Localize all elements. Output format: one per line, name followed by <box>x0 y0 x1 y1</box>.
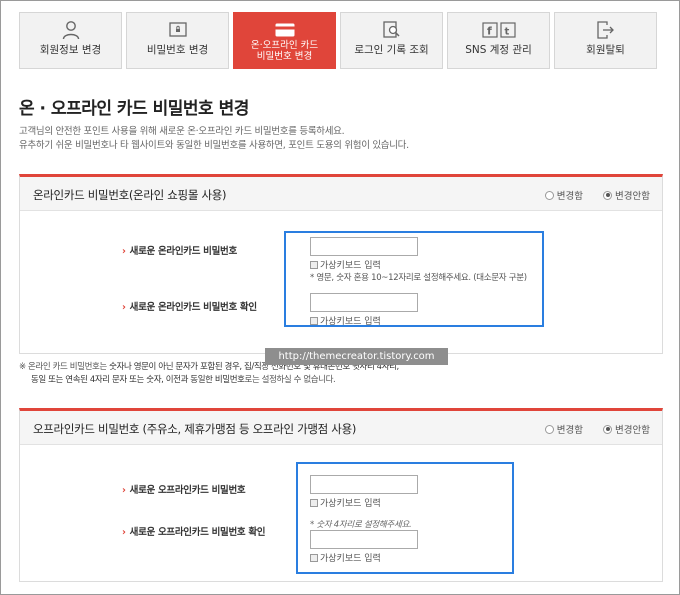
online-confirm-password-input[interactable] <box>310 293 418 312</box>
offline-new-password-input[interactable] <box>310 475 418 494</box>
arrow-icon: › <box>122 527 126 538</box>
lock-screen-icon <box>127 19 228 41</box>
checkbox-icon <box>310 498 318 507</box>
arrow-icon: › <box>122 246 126 257</box>
vk-label: 가상키보드 입력 <box>320 499 381 509</box>
vk-label: 가상키보드 입력 <box>320 554 381 564</box>
offline-confirm-password-text: 새로운 오프라인카드 비밀번호 확인 <box>129 527 266 538</box>
sns-icon: ft <box>448 19 549 41</box>
radio-label: 변경안함 <box>615 191 650 202</box>
online-confirm-password-text: 새로운 온라인카드 비밀번호 확인 <box>129 302 257 313</box>
tab-label: 회원탈퇴 <box>586 44 625 56</box>
tab-label: SNS 계정 관리 <box>465 44 532 56</box>
tab-label: 비밀번호 변경 <box>146 44 209 56</box>
radio-dot-selected <box>603 190 613 200</box>
online-new-password-input[interactable] <box>310 237 418 256</box>
offline-confirm-virtual-keyboard-checkbox[interactable]: 가상키보드 입력 <box>310 551 381 564</box>
exit-icon <box>555 19 656 41</box>
notice-line2: 동일 또는 연속된 4자리 문자 또는 숫자, 이전과 동일한 비밀번호로는 설… <box>19 374 459 387</box>
online-new-password-label: › 새로운 온라인카드 비밀번호 <box>122 243 237 257</box>
tab-sns[interactable]: ft SNS 계정 관리 <box>447 12 550 69</box>
vk-label: 가상키보드 입력 <box>320 317 381 327</box>
page-description-line2: 유추하기 쉬운 비밀번호나 타 웹사이트와 동일한 비밀번호를 사용하면, 포인… <box>19 140 409 151</box>
notice-text-strong: 동일 또는 연속된 4자리 문자 또는 숫자, 이전과 동일한 비밀번호 <box>31 375 245 385</box>
radio-dot <box>544 190 554 200</box>
offline-section-title: 오프라인카드 비밀번호 (주유소, 제휴가맹점 등 오프라인 가맹점 사용) <box>33 422 357 436</box>
online-section-header: 온라인카드 비밀번호(온라인 쇼핑몰 사용) 변경함 변경안함 <box>20 177 662 211</box>
checkbox-icon <box>310 553 318 562</box>
offline-new-password-label: › 새로운 오프라인카드 비밀번호 <box>122 482 246 496</box>
offline-section-header: 오프라인카드 비밀번호 (주유소, 제휴가맹점 등 오프라인 가맹점 사용) 변… <box>20 411 662 445</box>
tab-login-history[interactable]: 로그인 기록 조회 <box>340 12 443 69</box>
offline-radio-keep[interactable]: 변경안함 <box>603 422 650 436</box>
watermark-url: http://themecreator.tistory.com <box>265 348 448 365</box>
search-document-icon <box>341 19 442 41</box>
online-new-virtual-keyboard-checkbox[interactable]: 가상키보드 입력 <box>310 258 381 271</box>
checkbox-icon <box>310 260 318 269</box>
online-radio-keep[interactable]: 변경안함 <box>603 188 650 202</box>
notice-mark: ※ <box>19 362 26 372</box>
card-icon <box>234 19 335 41</box>
tab-withdraw[interactable]: 회원탈퇴 <box>554 12 657 69</box>
tab-bar: 회원정보 변경 비밀번호 변경 온·오프라인 카드 비밀번호 변경 로그인 기록… <box>19 12 657 69</box>
online-new-password-text: 새로운 온라인카드 비밀번호 <box>129 246 238 257</box>
notice-text: 온라인 카드 비밀번호는 <box>28 362 110 372</box>
online-confirm-password-label: › 새로운 온라인카드 비밀번호 확인 <box>122 299 257 313</box>
online-password-hint: * 영문, 숫자 혼용 10~12자리로 설정해주세요. (대소문자 구분) <box>310 273 527 283</box>
notice-text: 로는 설정하실 수 없습니다. <box>244 375 336 385</box>
person-icon <box>20 19 121 41</box>
radio-dot-selected <box>603 424 613 434</box>
tab-member-info[interactable]: 회원정보 변경 <box>19 12 122 69</box>
radio-dot <box>544 424 554 434</box>
svg-text:t: t <box>504 27 509 38</box>
tab-label-line1: 온·오프라인 카드 <box>250 40 319 51</box>
online-radio-change[interactable]: 변경함 <box>544 188 584 202</box>
offline-radio-change[interactable]: 변경함 <box>544 422 584 436</box>
offline-new-virtual-keyboard-checkbox[interactable]: 가상키보드 입력 <box>310 496 381 509</box>
vk-label: 가상키보드 입력 <box>320 261 381 271</box>
svg-text:f: f <box>487 25 492 38</box>
tab-label: 온·오프라인 카드 비밀번호 변경 <box>234 40 335 62</box>
checkbox-icon <box>310 316 318 325</box>
arrow-icon: › <box>122 485 126 496</box>
offline-new-password-text: 새로운 오프라인카드 비밀번호 <box>129 485 246 496</box>
tab-label: 회원정보 변경 <box>39 44 102 56</box>
tab-label: 로그인 기록 조회 <box>354 44 429 56</box>
offline-confirm-password-input[interactable] <box>310 530 418 549</box>
tab-password[interactable]: 비밀번호 변경 <box>126 12 229 69</box>
radio-label: 변경함 <box>556 425 584 436</box>
offline-confirm-password-label: › 새로운 오프라인카드 비밀번호 확인 <box>122 524 266 538</box>
radio-label: 변경함 <box>556 191 584 202</box>
online-change-options: 변경함 변경안함 <box>544 188 650 202</box>
tab-card-password[interactable]: 온·오프라인 카드 비밀번호 변경 <box>233 12 336 69</box>
offline-password-hint: * 숫자 4자리로 설정해주세요. <box>310 520 412 530</box>
radio-label: 변경안함 <box>615 425 650 436</box>
online-section-title: 온라인카드 비밀번호(온라인 쇼핑몰 사용) <box>33 188 227 202</box>
offline-change-options: 변경함 변경안함 <box>544 422 650 436</box>
tab-label-line2: 비밀번호 변경 <box>256 51 313 62</box>
page-description-line1: 고객님의 안전한 포인트 사용을 위해 새로운 온·오프라인 카드 비밀번호를 … <box>19 126 345 137</box>
arrow-icon: › <box>122 302 126 313</box>
page-title: 온 · 오프라인 카드 비밀번호 변경 <box>19 99 249 119</box>
online-confirm-virtual-keyboard-checkbox[interactable]: 가상키보드 입력 <box>310 314 381 327</box>
